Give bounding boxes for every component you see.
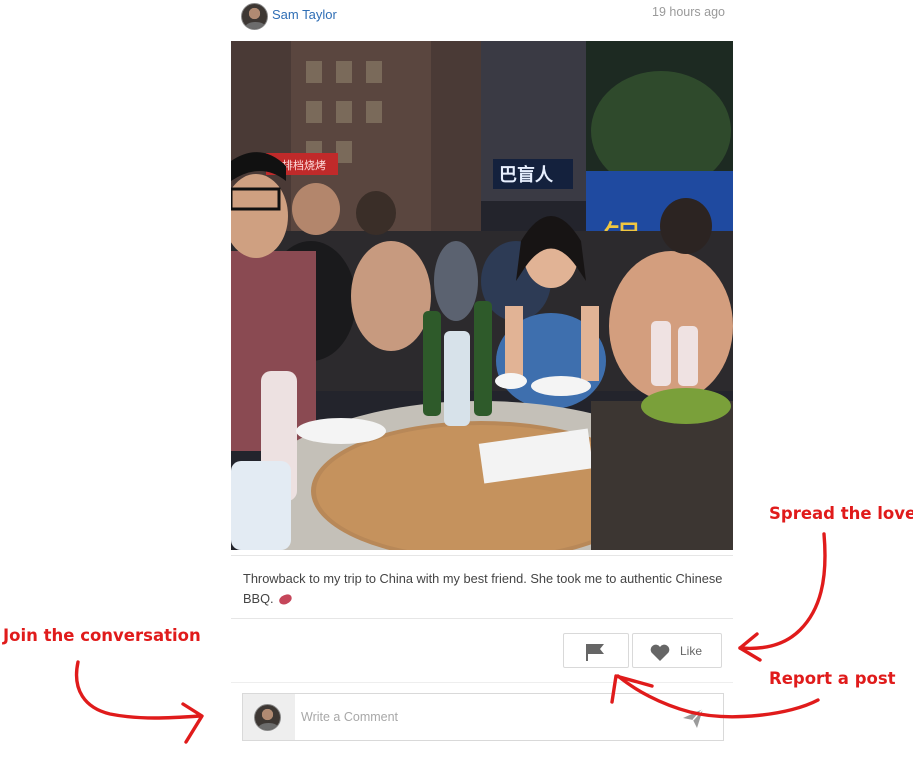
annotation-join-conversation: Join the conversation [3, 626, 201, 645]
photo-divider [231, 555, 733, 556]
photo-sign-blue: 巴盲人 [499, 164, 554, 186]
actions-divider [231, 618, 733, 619]
annotation-report-post: Report a post [769, 669, 896, 688]
post-caption-text: Throwback to my trip to China with my be… [243, 571, 723, 606]
report-post-button[interactable] [563, 633, 629, 668]
post-header: Sam Taylor 19 hours ago [232, 0, 734, 32]
screenshot-stage: Sam Taylor 19 hours ago 大排档烧烤 巴盲人 银 [0, 0, 913, 774]
author-avatar[interactable] [241, 3, 268, 30]
photo-illustration: 大排档烧烤 巴盲人 银 [231, 41, 733, 550]
heart-icon [650, 644, 670, 661]
join-arrow-head [181, 702, 204, 744]
post-timestamp: 19 hours ago [652, 5, 725, 19]
meat-emoji-icon [278, 593, 294, 606]
annotation-spread-love: Spread the love [769, 504, 913, 523]
spread-arrow-path [738, 532, 827, 651]
post-photo[interactable]: 大排档烧烤 巴盲人 银 [231, 41, 733, 550]
like-button[interactable]: Like [632, 633, 722, 668]
join-arrow-path [74, 660, 202, 720]
post-caption: Throwback to my trip to China with my be… [243, 569, 723, 609]
comment-divider [231, 682, 733, 683]
flag-icon [586, 644, 604, 661]
author-name-link[interactable]: Sam Taylor [272, 7, 337, 22]
comment-avatar [254, 704, 281, 731]
spread-arrow-head [738, 632, 762, 662]
comment-input[interactable] [299, 702, 669, 732]
comment-avatar-box [243, 694, 295, 740]
paper-plane-icon[interactable] [681, 706, 705, 730]
like-button-label: Like [680, 644, 703, 658]
comment-bar [242, 693, 724, 741]
